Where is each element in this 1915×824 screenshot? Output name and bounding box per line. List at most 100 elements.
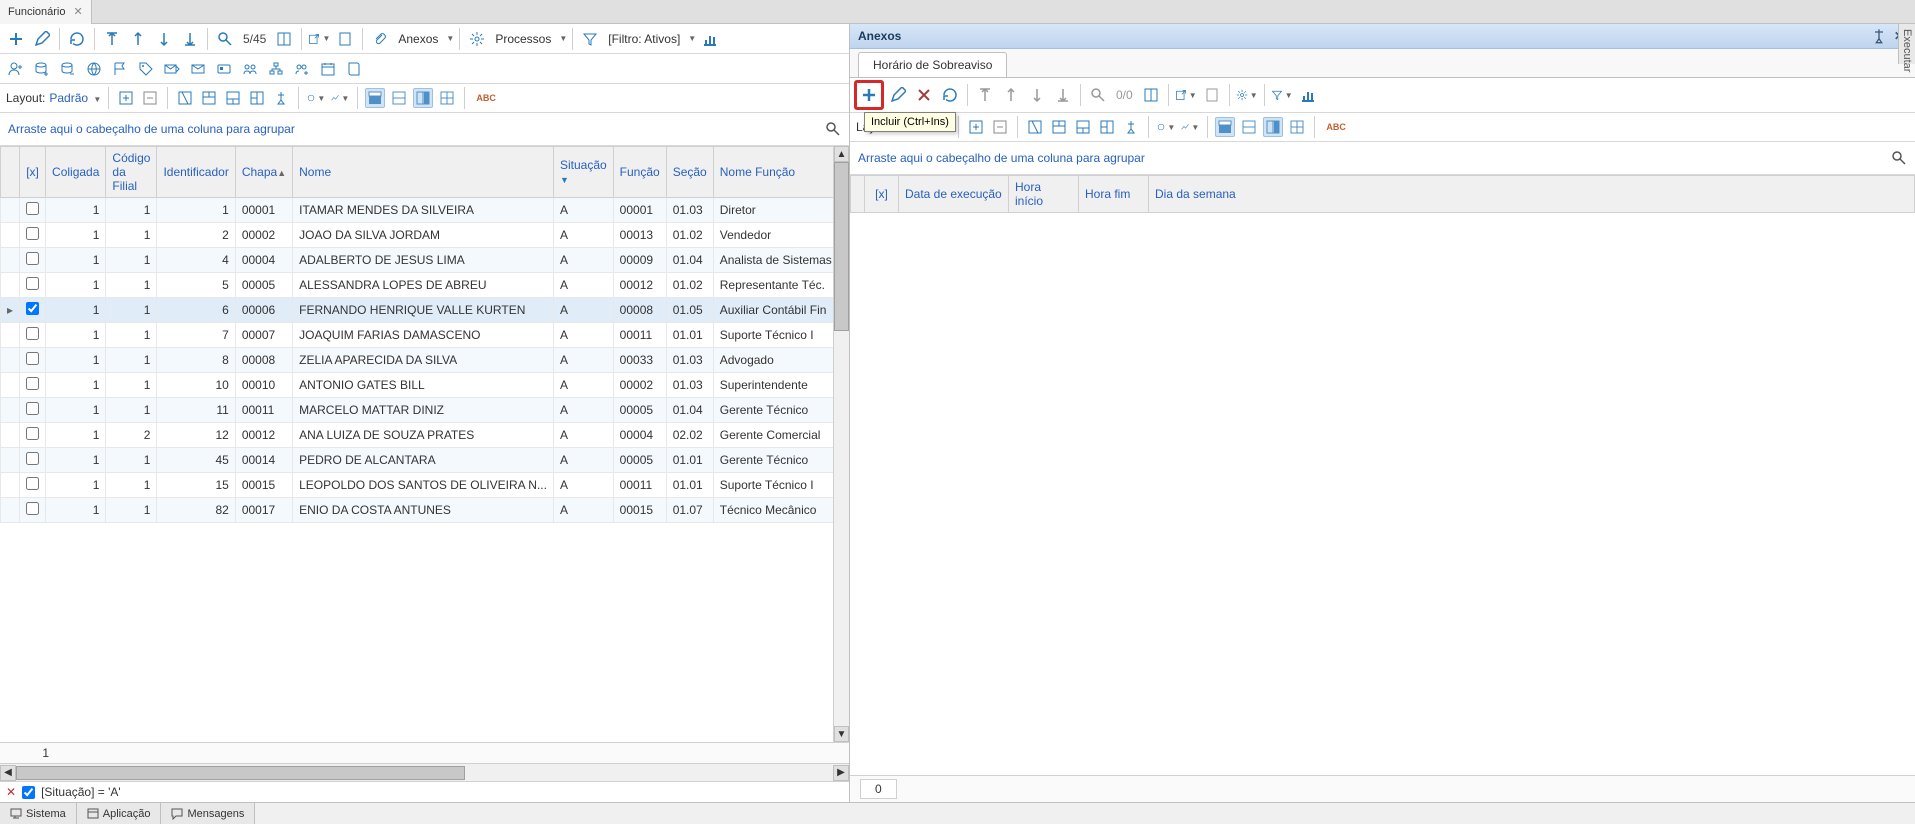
view-hsplit-icon[interactable] xyxy=(1239,117,1259,137)
org-icon[interactable] xyxy=(264,57,288,81)
clear-filter-icon[interactable]: ✕ xyxy=(6,785,16,799)
chevron-down-icon[interactable]: ▼ xyxy=(559,34,567,43)
pin-icon[interactable] xyxy=(1121,117,1141,137)
db-add-icon[interactable] xyxy=(30,57,54,81)
col-dia-semana[interactable]: Dia da semana xyxy=(1149,176,1915,213)
horizontal-scrollbar[interactable]: ◀ ▶ xyxy=(0,763,849,781)
layout-icon-3[interactable] xyxy=(223,88,243,108)
pin-icon[interactable] xyxy=(271,88,291,108)
col-chapa[interactable]: Chapa▲ xyxy=(235,147,292,198)
layout-padrao[interactable]: Padrão ▼ xyxy=(49,91,101,105)
status-tab-mensagens[interactable]: Mensagens xyxy=(161,803,255,824)
doc-icon[interactable] xyxy=(333,27,357,51)
abc-icon[interactable]: ABC xyxy=(1322,117,1350,137)
prev-icon[interactable] xyxy=(126,27,150,51)
table-row[interactable]: 1 1 82 00017 ENIO DA COSTA ANTUNES A 000… xyxy=(1,498,834,523)
add-icon[interactable] xyxy=(854,80,884,110)
globe-icon[interactable] xyxy=(82,57,106,81)
expand-remove-icon[interactable] xyxy=(140,88,160,108)
row-checkbox[interactable] xyxy=(26,402,39,415)
expand-add-icon[interactable] xyxy=(966,117,986,137)
filter-checkbox[interactable] xyxy=(22,786,35,799)
view-grid-icon[interactable] xyxy=(1287,117,1307,137)
circle-icon[interactable]: ▼ xyxy=(1156,117,1176,137)
search-icon[interactable] xyxy=(213,27,237,51)
first-icon[interactable] xyxy=(100,27,124,51)
right-grid[interactable]: [x] Data de execução Hora início Hora fi… xyxy=(850,175,1915,213)
table-row[interactable]: 1 1 10 00010 ANTONIO GATES BILL A 00002 … xyxy=(1,373,834,398)
expand-remove-icon[interactable] xyxy=(990,117,1010,137)
db-remove-icon[interactable] xyxy=(56,57,80,81)
row-checkbox[interactable] xyxy=(26,302,39,315)
prev-icon[interactable] xyxy=(999,83,1023,107)
chevron-down-icon[interactable]: ▼ xyxy=(688,34,696,43)
table-row[interactable]: 1 1 8 00008 ZELIA APARECIDA DA SILVA A 0… xyxy=(1,348,834,373)
next-icon[interactable] xyxy=(1025,83,1049,107)
scroll-down-icon[interactable]: ▼ xyxy=(834,726,849,742)
scroll-thumb-h[interactable] xyxy=(16,766,465,780)
col-check[interactable]: [x] xyxy=(20,147,46,198)
table-row[interactable]: 1 1 15 00015 LEOPOLDO DOS SANTOS DE OLIV… xyxy=(1,473,834,498)
filter-label[interactable]: [Filtro: Ativos] xyxy=(604,32,684,46)
col-nome-funcao[interactable]: Nome Função xyxy=(713,147,833,198)
pin-icon[interactable] xyxy=(1871,28,1887,44)
row-checkbox[interactable] xyxy=(26,227,39,240)
filter-icon[interactable] xyxy=(578,27,602,51)
table-row[interactable]: 1 1 5 00005 ALESSANDRA LOPES DE ABREU A … xyxy=(1,273,834,298)
person-add-icon[interactable] xyxy=(4,57,28,81)
scroll-left-icon[interactable]: ◀ xyxy=(0,765,16,781)
view-vsplit-icon[interactable] xyxy=(1263,117,1283,137)
expand-add-icon[interactable] xyxy=(116,88,136,108)
col-check[interactable]: [x] xyxy=(865,176,899,213)
row-checkbox[interactable] xyxy=(26,477,39,490)
col-funcao[interactable]: Função xyxy=(613,147,666,198)
chevron-down-icon[interactable]: ▼ xyxy=(446,34,454,43)
settings-icon[interactable]: ▼ xyxy=(1235,83,1259,107)
table-row[interactable]: ▸ 1 1 6 00006 FERNANDO HENRIQUE VALLE KU… xyxy=(1,298,834,323)
view-hsplit-icon[interactable] xyxy=(389,88,409,108)
flag-icon[interactable] xyxy=(108,57,132,81)
col-hora-fim[interactable]: Hora fim xyxy=(1079,176,1149,213)
scroll-right-icon[interactable]: ▶ xyxy=(833,765,849,781)
table-row[interactable]: 1 1 45 00014 PEDRO DE ALCANTARA A 00005 … xyxy=(1,448,834,473)
view-grid-icon[interactable] xyxy=(437,88,457,108)
view-single-icon[interactable] xyxy=(1215,117,1235,137)
book-icon[interactable] xyxy=(342,57,366,81)
refresh-icon[interactable] xyxy=(65,27,89,51)
col-filial[interactable]: Código da Filial xyxy=(106,147,157,198)
chart-icon[interactable] xyxy=(1296,83,1320,107)
processos-button[interactable]: Processos xyxy=(491,32,555,46)
layout-icon-1[interactable] xyxy=(1025,117,1045,137)
grid-search-icon[interactable] xyxy=(1891,150,1907,166)
table-row[interactable]: 1 1 4 00004 ADALBERTO DE JESUS LIMA A 00… xyxy=(1,248,834,273)
vertical-scrollbar[interactable]: ▲ ▼ xyxy=(833,146,849,742)
last-icon[interactable] xyxy=(1051,83,1075,107)
col-data-exec[interactable]: Data de execução xyxy=(899,176,1009,213)
tag-icon[interactable] xyxy=(134,57,158,81)
export-icon[interactable]: ▼ xyxy=(1174,83,1198,107)
executar-sidebar[interactable]: Executar xyxy=(1898,24,1915,64)
grid-search-icon[interactable] xyxy=(825,121,841,137)
card-icon[interactable] xyxy=(212,57,236,81)
group-hint[interactable]: Arraste aqui o cabeçalho de uma coluna p… xyxy=(8,122,295,136)
row-checkbox[interactable] xyxy=(26,427,39,440)
anexos-button[interactable]: Anexos xyxy=(394,32,442,46)
row-checkbox[interactable] xyxy=(26,202,39,215)
col-situacao[interactable]: Situação ▼ xyxy=(553,147,613,198)
layout-icon-4[interactable] xyxy=(247,88,267,108)
group-add-icon[interactable] xyxy=(290,57,314,81)
group-icon[interactable] xyxy=(238,57,262,81)
status-tab-aplicacao[interactable]: Aplicação xyxy=(77,803,162,824)
table-row[interactable]: 1 1 1 00001 ITAMAR MENDES DA SILVEIRA A … xyxy=(1,198,834,223)
layout-icon-2[interactable] xyxy=(1049,117,1069,137)
filter-icon[interactable]: ▼ xyxy=(1270,83,1294,107)
layout-icon-2[interactable] xyxy=(199,88,219,108)
tab-horario-sobreaviso[interactable]: Horário de Sobreaviso xyxy=(858,52,1007,77)
trend-icon[interactable]: ▼ xyxy=(330,88,350,108)
add-icon[interactable] xyxy=(4,27,28,51)
export-icon[interactable]: ▼ xyxy=(307,27,331,51)
col-identificador[interactable]: Identificador xyxy=(157,147,235,198)
row-checkbox[interactable] xyxy=(26,452,39,465)
layout-icon-4[interactable] xyxy=(1097,117,1117,137)
attachment-icon[interactable] xyxy=(368,27,392,51)
